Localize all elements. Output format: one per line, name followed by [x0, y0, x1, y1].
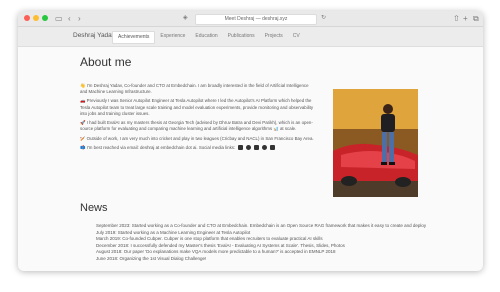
nav-links: Achievements Experience Education Public…: [112, 31, 305, 44]
about-paragraph: 🏏 Outside of work, I am very much into c…: [80, 135, 314, 141]
nav-link-publications[interactable]: Publications: [223, 31, 260, 42]
address-bar[interactable]: Meet Deshraj — deshraj.xyz: [195, 14, 317, 25]
tabs-icon[interactable]: ⧉: [473, 13, 479, 24]
nav-link-experience[interactable]: Experience: [155, 31, 190, 42]
social-links: [238, 145, 276, 151]
news-item: December 2018: I successfully defended m…: [96, 243, 426, 250]
nav-link-cv[interactable]: CV: [288, 31, 305, 42]
linkedin-icon[interactable]: [254, 145, 260, 151]
nav-link-projects[interactable]: Projects: [260, 31, 288, 42]
main-content: About me 👋 I'm Deshraj Yadav, Co-founder…: [80, 47, 426, 271]
news-item: June 2018: Organizing the 1st Visual Dia…: [96, 256, 426, 263]
about-paragraph: 👋 I'm Deshraj Yadav, Co-founder and CTO …: [80, 83, 309, 95]
news-item: July 2019: Started working as a Machine …: [96, 230, 426, 237]
share-icon[interactable]: ⇧: [453, 13, 460, 24]
sidebar-icon[interactable]: ▭: [55, 13, 63, 24]
about-contact-paragraph: 📫 I'm best reached via email: deshraj at…: [80, 145, 316, 151]
close-window-button[interactable]: [24, 15, 30, 21]
shield-icon[interactable]: ◈: [183, 13, 188, 24]
news-item: August 2018: Our paper 'Do explanations …: [96, 249, 426, 256]
news-item: September 2023: Started working as a Co-…: [96, 223, 426, 230]
zoom-window-button[interactable]: [42, 15, 48, 21]
browser-window: ▭ ‹ › ◈ Meet Deshraj — deshraj.xyz ↻ ⇧ +…: [18, 11, 483, 271]
back-icon[interactable]: ‹: [68, 13, 71, 24]
about-heading: About me: [80, 55, 132, 69]
news-item: March 2019: Co-founded Cubper. Cubper is…: [96, 236, 426, 243]
about-contact-text: 📫 I'm best reached via email: deshraj at…: [80, 144, 236, 150]
twitter-icon[interactable]: [238, 145, 244, 151]
profile-photo: [333, 89, 418, 197]
about-paragraph: 🚀 I had built EvalAI as my masters thesi…: [80, 120, 313, 132]
github-icon[interactable]: [246, 145, 252, 151]
scholar-cap-icon[interactable]: [270, 145, 276, 151]
forward-icon[interactable]: ›: [78, 13, 81, 24]
news-list: September 2023: Started working as a Co-…: [90, 223, 426, 263]
new-tab-icon[interactable]: +: [463, 13, 468, 24]
profile-photo-illustration: [333, 89, 418, 197]
nav-link-education[interactable]: Education: [190, 31, 222, 42]
browser-toolbar: ▭ ‹ › ◈ Meet Deshraj — deshraj.xyz ↻ ⇧ +…: [18, 11, 483, 27]
about-section: 👋 I'm Deshraj Yadav, Co-founder and CTO …: [80, 83, 316, 154]
about-paragraph: 🚗 Previously I was Senior Autopilot Engi…: [80, 98, 314, 116]
minimize-window-button[interactable]: [33, 15, 39, 21]
reload-icon[interactable]: ↻: [321, 13, 326, 24]
nav-link-achievements[interactable]: Achievements: [112, 31, 156, 44]
news-heading: News: [80, 202, 108, 214]
google-scholar-icon[interactable]: [262, 145, 268, 151]
site-navbar: Deshraj Yadav Achievements Experience Ed…: [18, 27, 483, 47]
site-brand[interactable]: Deshraj Yadav: [73, 32, 115, 39]
